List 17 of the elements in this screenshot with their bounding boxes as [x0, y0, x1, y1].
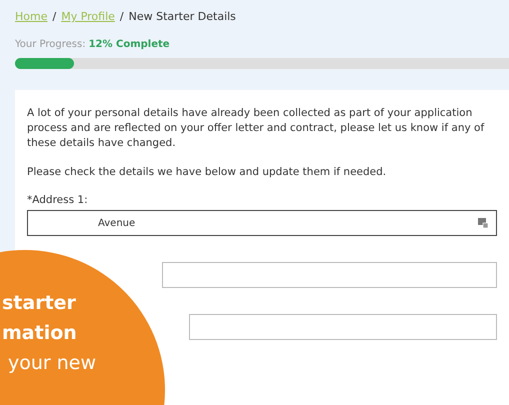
intro-text: A lot of your personal details have already been collected as part of your application process and are reflected on your offer letter and contract, please let us know if any of these details have changed. — [27, 106, 486, 151]
breadcrumb-link[interactable]: My Profile — [61, 10, 115, 23]
progress-value: 12% Complete — [88, 39, 170, 50]
breadcrumb-link[interactable]: Home — [15, 10, 48, 23]
promo-text: mation — [2, 321, 77, 346]
promo-text: your new — [8, 351, 96, 376]
progress-label: Your Progress: — [15, 39, 86, 50]
input-field[interactable]: Avenue — [27, 210, 497, 236]
promo-text: starter — [2, 291, 76, 316]
field-label: *Address 1: — [27, 194, 89, 206]
autofill-icon[interactable] — [478, 218, 488, 228]
instruction-text: Please check the details we have below and update them if needed. — [27, 165, 388, 180]
input-field[interactable] — [189, 314, 497, 340]
input-field[interactable] — [162, 262, 497, 288]
breadcrumb-separator: / — [120, 10, 124, 23]
breadcrumb-current: New Starter Details — [128, 10, 236, 23]
breadcrumb-separator: / — [52, 10, 56, 23]
